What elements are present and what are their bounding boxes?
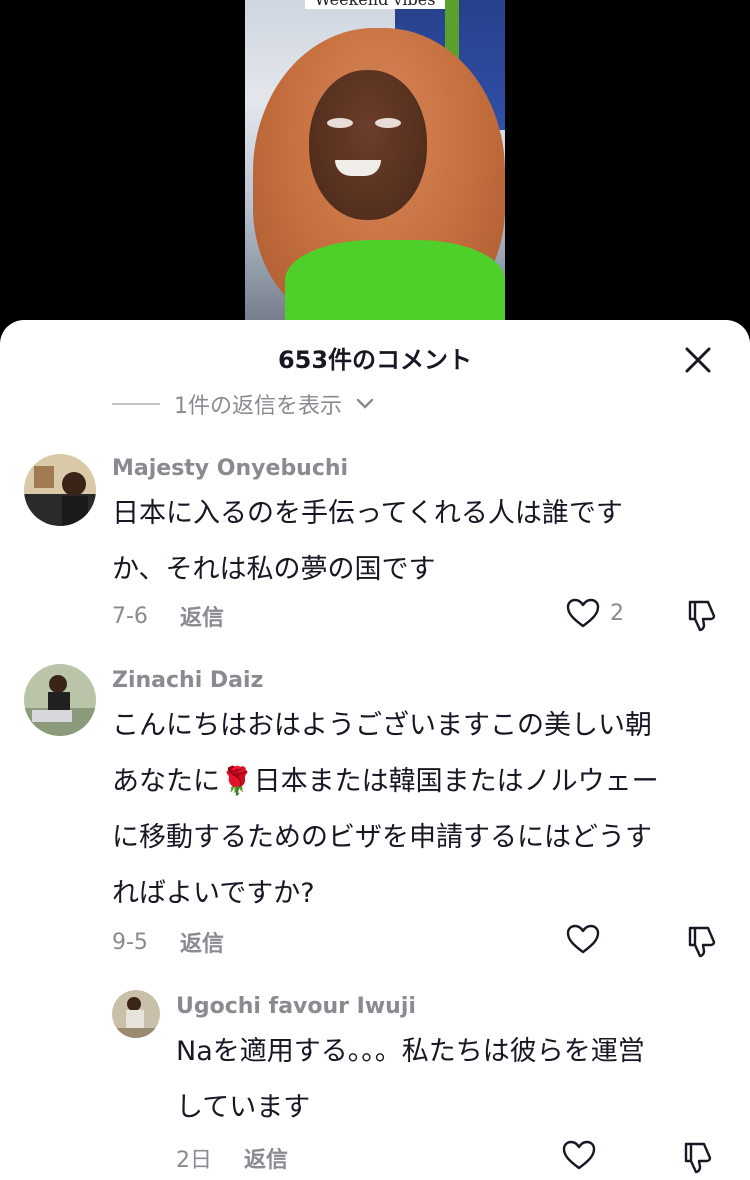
reply-meta: 2日 返信: [176, 1142, 288, 1174]
heart-icon: [562, 1140, 596, 1170]
sheet-title: 653件のコメント: [277, 346, 473, 374]
person-face: [309, 70, 427, 220]
reply-text-line: しています: [176, 1092, 311, 1123]
comment-username[interactable]: Zinachi Daiz: [112, 668, 263, 693]
comment-text: こんにちはおはようございますこの美しい朝 あなたに🌹日本または韓国またはノルウェ…: [112, 698, 659, 922]
heart-icon: [566, 598, 600, 628]
close-icon[interactable]: [684, 346, 712, 374]
comment-date: 7-6: [112, 603, 148, 629]
video-preview[interactable]: Weekend vibes: [245, 0, 505, 340]
reply-username[interactable]: Ugochi favour Iwuji: [176, 994, 416, 1019]
comment-text-line: 日本に入るのを手伝ってくれる人は誰です: [112, 498, 623, 529]
reply-button[interactable]: 返信: [180, 600, 224, 632]
comment-date: 9-5: [112, 929, 148, 955]
reply-text: Naを適用する。。。私たちは彼らを運営 しています: [176, 1024, 645, 1136]
thumbs-down-icon[interactable]: [684, 598, 718, 632]
comment-text-line: か、それは私の夢の国です: [112, 554, 436, 585]
comment-text-line: ればよいですか?: [112, 878, 315, 909]
view-replies-label: 1件の返信を表示: [174, 394, 342, 419]
thumbs-down-icon[interactable]: [680, 1140, 714, 1174]
like-count: 2: [610, 600, 624, 626]
comment-meta: 9-5 返信: [112, 926, 224, 958]
divider-line: [112, 403, 160, 405]
person-eye: [375, 118, 401, 128]
comment-text-line: に移動するためのビザを申請するにはどうす: [112, 822, 652, 853]
like-button[interactable]: [566, 924, 600, 954]
comment-text-line: あなたに🌹日本または韓国またはノルウェー: [112, 766, 659, 797]
comment-meta: 7-6 返信: [112, 600, 224, 632]
reply-text-line: Naを適用する。。。私たちは彼らを運営: [176, 1036, 645, 1067]
like-button[interactable]: 2: [566, 598, 624, 628]
comment-text-line: こんにちはおはようございますこの美しい朝: [112, 710, 652, 741]
view-replies-button[interactable]: 1件の返信を表示: [112, 388, 374, 420]
avatar[interactable]: [24, 454, 96, 526]
reply-button[interactable]: 返信: [180, 926, 224, 958]
thumbs-down-icon[interactable]: [684, 924, 718, 958]
sheet-header: 653件のコメント: [0, 320, 750, 396]
heart-icon: [566, 924, 600, 954]
avatar[interactable]: [112, 990, 160, 1038]
reply-date: 2日: [176, 1148, 212, 1173]
reply-button[interactable]: 返信: [244, 1142, 288, 1174]
chevron-down-icon: [356, 398, 374, 409]
comments-sheet: 653件のコメント 1件の返信を表示 Majesty Onyebuchi 日本に…: [0, 320, 750, 1180]
video-caption: Weekend vibes: [245, 0, 505, 9]
comment-text: 日本に入るのを手伝ってくれる人は誰です か、それは私の夢の国です: [112, 486, 623, 598]
like-button[interactable]: [562, 1140, 596, 1170]
comment-username[interactable]: Majesty Onyebuchi: [112, 456, 348, 481]
avatar[interactable]: [24, 664, 96, 736]
person-eye: [327, 118, 353, 128]
